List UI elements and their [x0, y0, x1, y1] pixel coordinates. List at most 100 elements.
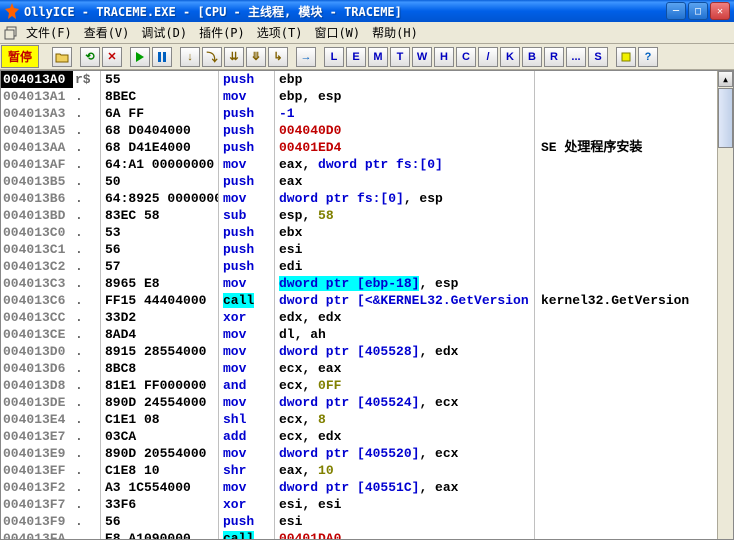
options-button[interactable] [616, 47, 636, 67]
disasm-row[interactable]: 004013C1.56pushesi [1, 241, 717, 258]
status-paused[interactable]: 暂停 [1, 45, 39, 68]
help-button[interactable]: ? [638, 47, 658, 67]
open-button[interactable] [52, 47, 72, 67]
address: 004013D8 [1, 377, 73, 394]
comment [535, 258, 717, 275]
comment [535, 394, 717, 411]
maximize-button[interactable]: □ [688, 2, 708, 20]
disasm-row[interactable]: 004013D6.8BC8movecx, eax [1, 360, 717, 377]
hex-bytes: 8915 28554000 [101, 343, 219, 360]
disasm-row[interactable]: 004013CE.8AD4movdl, ah [1, 326, 717, 343]
disasm-row[interactable]: 004013C3.8965 E8movdword ptr [ebp-18], e… [1, 275, 717, 292]
window-b-button[interactable]: B [522, 47, 542, 67]
mnemonic: mov [219, 343, 275, 360]
hex-bytes: 890D 20554000 [101, 445, 219, 462]
disasm-row[interactable]: 004013A3.6A FFpush-1 [1, 105, 717, 122]
window-l-button[interactable]: L [324, 47, 344, 67]
mnemonic: mov [219, 394, 275, 411]
disasm-row[interactable]: 004013E4.C1E1 08shlecx, 8 [1, 411, 717, 428]
disasm-row[interactable]: 004013B5.50pusheax [1, 173, 717, 190]
operands: edx, edx [275, 309, 535, 326]
disasm-row[interactable]: 004013A5.68 D0404000push004040D0 [1, 122, 717, 139]
window-s-button[interactable]: S [588, 47, 608, 67]
window-/-button[interactable]: / [478, 47, 498, 67]
window-e-button[interactable]: E [346, 47, 366, 67]
disasm-row[interactable]: 004013D0.8915 28554000movdword ptr [4055… [1, 343, 717, 360]
trace-over-button[interactable]: ⤋ [246, 47, 266, 67]
hex-bytes: 81E1 FF000000 [101, 377, 219, 394]
restart-button[interactable]: ⟲ [80, 47, 100, 67]
address: 004013C2 [1, 258, 73, 275]
disasm-row[interactable]: 004013A1.8BECmovebp, esp [1, 88, 717, 105]
disassembly-list[interactable]: 004013A0r$55pushebp004013A1.8BECmovebp, … [1, 71, 717, 539]
minimize-button[interactable]: ─ [666, 2, 686, 20]
window-t-button[interactable]: T [390, 47, 410, 67]
menu-window[interactable]: 窗口(W) [308, 22, 366, 43]
hex-bytes: 56 [101, 513, 219, 530]
comment [535, 479, 717, 496]
disasm-row[interactable]: 004013EF.C1E8 10shreax, 10 [1, 462, 717, 479]
hex-bytes: 57 [101, 258, 219, 275]
disasm-row[interactable]: 004013DE.890D 24554000movdword ptr [4055… [1, 394, 717, 411]
disasm-row[interactable]: 004013C0.53pushebx [1, 224, 717, 241]
disasm-row[interactable]: 004013AF.64:A1 00000000moveax, dword ptr… [1, 156, 717, 173]
marker: . [73, 207, 101, 224]
window-c-button[interactable]: C [456, 47, 476, 67]
menu-options[interactable]: 选项(T) [251, 22, 309, 43]
scroll-up-button[interactable]: ▲ [718, 71, 733, 87]
run-button[interactable] [130, 47, 150, 67]
mnemonic: mov [219, 190, 275, 207]
disasm-row[interactable]: 004013C2.57pushedi [1, 258, 717, 275]
address: 004013E4 [1, 411, 73, 428]
step-over-button[interactable]: ⤵ [202, 47, 222, 67]
window-w-button[interactable]: W [412, 47, 432, 67]
menubar: 文件(F) 查看(V) 调试(D) 插件(P) 选项(T) 窗口(W) 帮助(H… [0, 22, 734, 44]
disasm-row[interactable]: 004013F2.A3 1C554000movdword ptr [40551C… [1, 479, 717, 496]
marker: . [73, 513, 101, 530]
operands: dword ptr [<&KERNEL32.GetVersion [275, 292, 535, 309]
disasm-row[interactable]: 004013C6.FF15 44404000calldword ptr [<&K… [1, 292, 717, 309]
window-k-button[interactable]: K [500, 47, 520, 67]
address: 004013A1 [1, 88, 73, 105]
mnemonic: and [219, 377, 275, 394]
comment [535, 411, 717, 428]
hex-bytes: 8BC8 [101, 360, 219, 377]
window-h-button[interactable]: H [434, 47, 454, 67]
comment [535, 224, 717, 241]
disasm-row[interactable]: 004013E9.890D 20554000movdword ptr [4055… [1, 445, 717, 462]
operands: -1 [275, 105, 535, 122]
comment [535, 275, 717, 292]
menu-plugins[interactable]: 插件(P) [193, 22, 251, 43]
menu-debug[interactable]: 调试(D) [135, 22, 193, 43]
close-button-tb[interactable]: ✕ [102, 47, 122, 67]
trace-into-button[interactable]: ⇊ [224, 47, 244, 67]
disasm-row[interactable]: 004013AA.68 D41E4000push00401ED4SE 处理程序安… [1, 139, 717, 156]
disasm-row[interactable]: 004013B6.64:8925 00000000movdword ptr fs… [1, 190, 717, 207]
restore-icon[interactable] [4, 26, 18, 40]
window-r-button[interactable]: R [544, 47, 564, 67]
disasm-row[interactable]: 004013F9.56pushesi [1, 513, 717, 530]
operands: dword ptr [ebp-18], esp [275, 275, 535, 292]
disasm-row[interactable]: 004013BD.83EC 58subesp, 58 [1, 207, 717, 224]
menu-view[interactable]: 查看(V) [78, 22, 136, 43]
marker: . [73, 496, 101, 513]
disasm-row[interactable]: 004013A0r$55pushebp [1, 71, 717, 88]
execute-till-return-button[interactable]: ↳ [268, 47, 288, 67]
disasm-row[interactable]: 004013CC.33D2xoredx, edx [1, 309, 717, 326]
disasm-row[interactable]: 004013D8.81E1 FF000000andecx, 0FF [1, 377, 717, 394]
close-button[interactable]: ✕ [710, 2, 730, 20]
menu-file[interactable]: 文件(F) [20, 22, 78, 43]
menu-help[interactable]: 帮助(H) [366, 22, 424, 43]
operands: ecx, 0FF [275, 377, 535, 394]
step-into-button[interactable]: ↓ [180, 47, 200, 67]
window-...-button[interactable]: ... [566, 47, 586, 67]
disasm-row[interactable]: 004013F7.33F6xoresi, esi [1, 496, 717, 513]
goto-button[interactable]: → [296, 47, 316, 67]
disasm-row[interactable]: 004013FA.E8 A1090000call00401DA0 [1, 530, 717, 539]
hex-bytes: 8965 E8 [101, 275, 219, 292]
disasm-row[interactable]: 004013E7.03CAaddecx, edx [1, 428, 717, 445]
window-m-button[interactable]: M [368, 47, 388, 67]
scroll-thumb[interactable] [718, 88, 733, 148]
vertical-scrollbar[interactable]: ▲ [717, 71, 733, 539]
pause-button[interactable] [152, 47, 172, 67]
